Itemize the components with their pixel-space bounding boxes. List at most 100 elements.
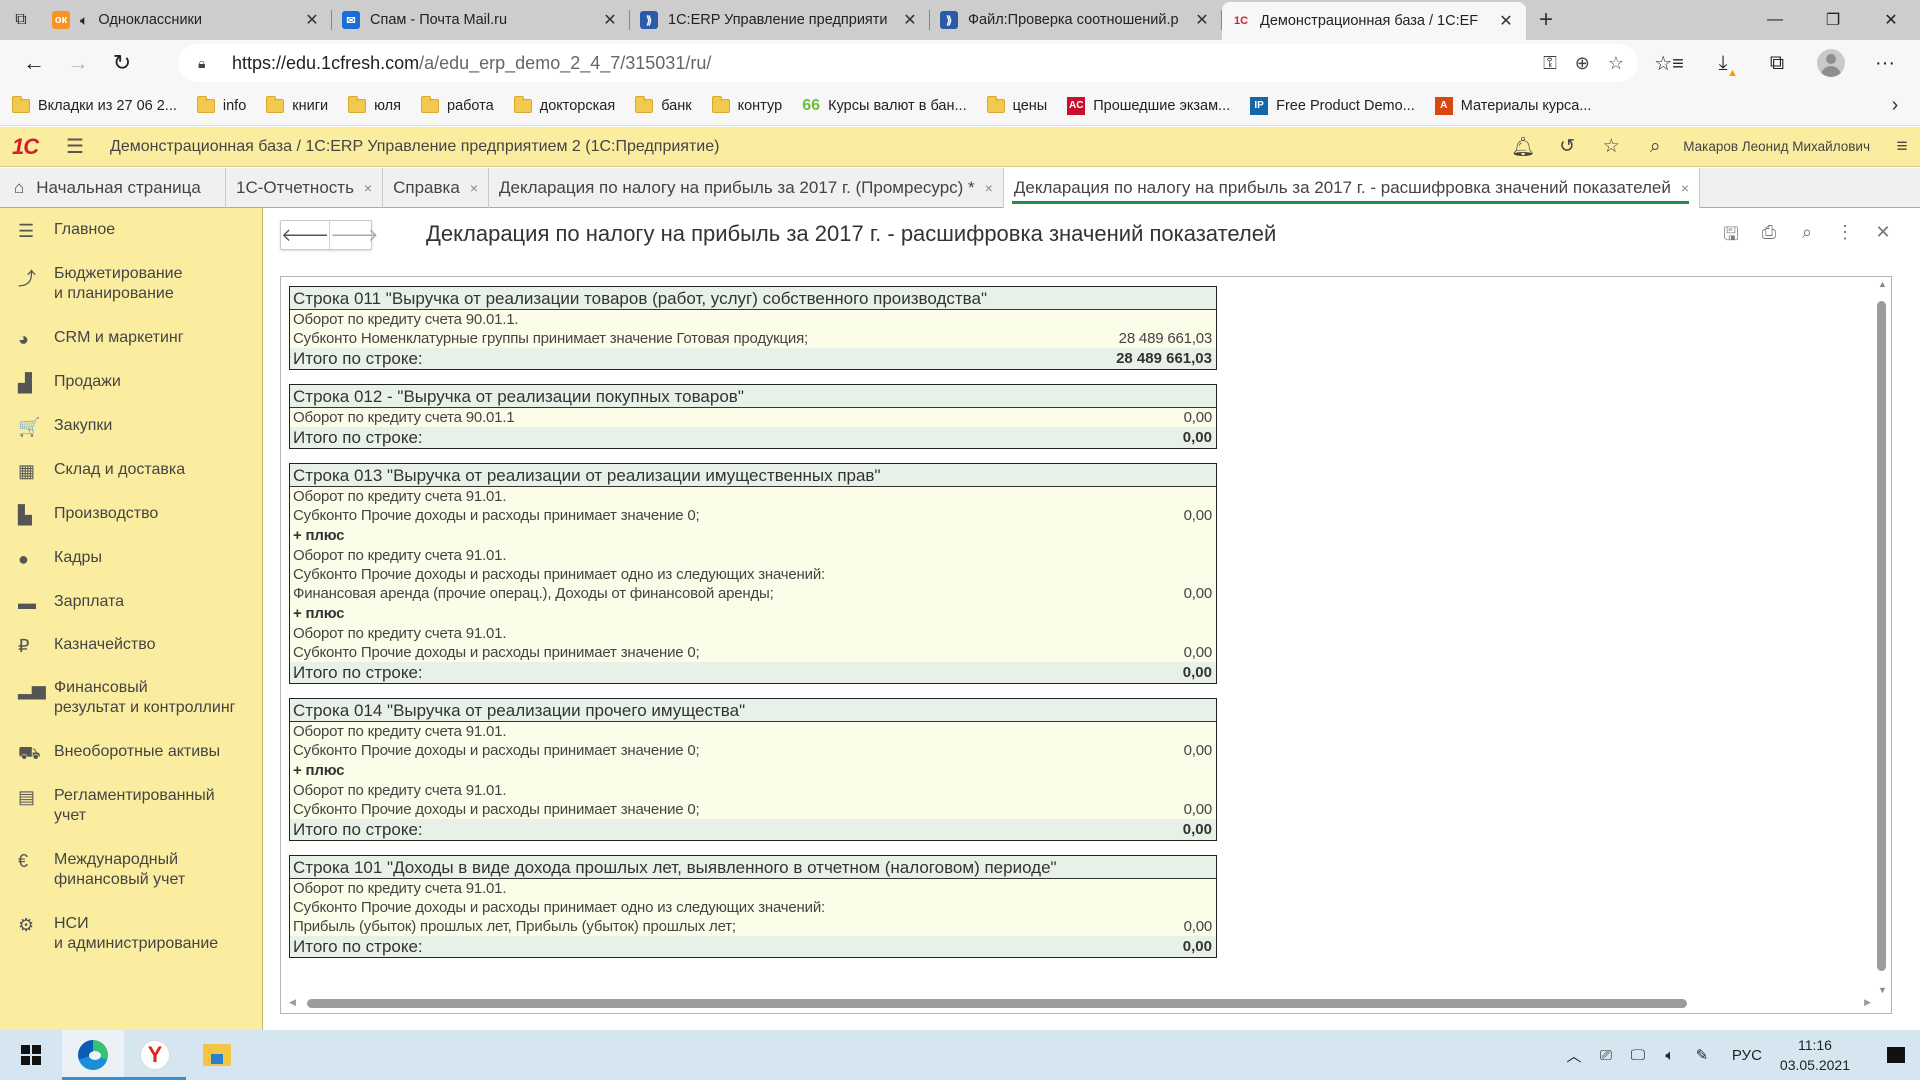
sidebar-item[interactable]: ⤴ Бюджетирование и планирование	[0, 264, 183, 304]
bookmark-item[interactable]: AC Прошедшие экзам...	[1067, 96, 1230, 115]
horizontal-scrollbar[interactable]: ◀ ▶	[281, 995, 1875, 1013]
notifications-button[interactable]: 🔔︎	[1501, 135, 1545, 159]
open-window-tab[interactable]: Декларация по налогу на прибыль за 2017 …	[489, 168, 1004, 208]
sidebar-item[interactable]: ▦ Склад и доставка	[0, 460, 185, 482]
tab-close-button[interactable]: ×	[470, 180, 478, 196]
url-text[interactable]: https://edu.1cfresh.com/a/edu_erp_demo_2…	[232, 53, 711, 74]
vertical-scrollbar[interactable]: ▲ ▼	[1873, 277, 1891, 997]
collections-button[interactable]: ⧉	[1750, 52, 1804, 75]
language-indicator[interactable]: РУС	[1732, 1047, 1762, 1064]
pen-icon[interactable]: ✎	[1686, 1046, 1718, 1064]
close-window-button[interactable]: ✕	[1862, 0, 1920, 40]
tab-close-button[interactable]: ×	[985, 180, 993, 196]
show-hidden-icons-button[interactable]: ︿	[1558, 1045, 1590, 1066]
tab-close-button[interactable]: ×	[364, 180, 372, 196]
detail-value[interactable]: 0,00	[1184, 584, 1213, 603]
home-page-tab[interactable]: ⌂ Начальная страница	[0, 168, 226, 208]
browser-tab[interactable]: ⟫ 1С:ERP Управление предприяти ✕	[630, 0, 930, 40]
sidebar-item[interactable]: ☰ Главное	[0, 220, 115, 242]
downloads-button[interactable]: ⤓ ▲	[1696, 52, 1750, 79]
user-name[interactable]: Макаров Леонид Михайлович	[1683, 139, 1870, 154]
total-value[interactable]: 28 489 661,03	[1116, 348, 1212, 369]
forward-button[interactable]: →	[56, 41, 100, 85]
bookmark-item[interactable]: IP Free Product Demo...	[1250, 96, 1415, 115]
tab-close-button[interactable]: ✕	[1192, 10, 1212, 30]
tab-close-button[interactable]: ✕	[900, 10, 920, 30]
tab-actions-button[interactable]: ⧉	[0, 0, 42, 40]
detail-value[interactable]: 0,00	[1184, 917, 1213, 936]
total-value[interactable]: 0,00	[1183, 819, 1212, 840]
taskbar-edge[interactable]	[62, 1030, 124, 1080]
bookmark-item[interactable]: книги	[266, 95, 328, 114]
browser-tab[interactable]: ✉ Спам - Почта Mail.ru ✕	[332, 0, 630, 40]
network-icon[interactable]: 🖵	[1622, 1047, 1654, 1064]
browser-tab[interactable]: ⟫ Файл:Проверка соотношений.р ✕	[930, 0, 1222, 40]
clock[interactable]: 11:16 03.05.2021	[1780, 1035, 1850, 1075]
bookmark-item[interactable]: info	[196, 95, 246, 114]
sidebar-item[interactable]: 🛒 Закупки	[0, 416, 112, 438]
scroll-left-icon[interactable]: ◀	[289, 997, 296, 1008]
minimize-button[interactable]: —	[1746, 0, 1804, 40]
reload-button[interactable]: ↻	[100, 41, 144, 85]
more-actions-button[interactable]: ⋮	[1826, 222, 1864, 252]
sidebar-item[interactable]: ◕ CRM и маркетинг	[0, 328, 184, 350]
detail-value[interactable]: 0,00	[1184, 800, 1213, 819]
add-favorite-icon[interactable]: ☆	[1608, 53, 1624, 74]
sidebar-item[interactable]: ₽ Казначейство	[0, 635, 155, 657]
open-window-tab[interactable]: Справка ×	[383, 168, 489, 208]
sidebar-item[interactable]: ▂▅ Финансовый результат и контроллинг	[0, 678, 236, 718]
address-bar[interactable]: 🔒︎ https://edu.1cfresh.com/a/edu_erp_dem…	[178, 44, 1638, 82]
app-settings-button[interactable]: ≡	[1884, 136, 1920, 158]
profile-button[interactable]	[1804, 49, 1858, 77]
scroll-down-icon[interactable]: ▼	[1878, 985, 1887, 995]
bookmark-item[interactable]: 66 Курсы валют в бан...	[802, 97, 966, 115]
close-form-button[interactable]: ✕	[1864, 222, 1902, 252]
zoom-icon[interactable]: ⊕	[1575, 53, 1590, 74]
favorites-1c-button[interactable]: ☆	[1589, 135, 1633, 158]
sidebar-item[interactable]: ▙ Производство	[0, 504, 158, 526]
key-icon[interactable]: ⚿	[1543, 53, 1557, 74]
print-button[interactable]: ⎙	[1750, 222, 1788, 252]
save-button[interactable]: 🖫	[1712, 222, 1750, 252]
sidebar-item[interactable]: ● Кадры	[0, 548, 102, 570]
scroll-up-icon[interactable]: ▲	[1878, 279, 1887, 289]
bookmark-item[interactable]: юля	[348, 95, 401, 114]
bookmark-item[interactable]: цены	[986, 95, 1047, 114]
bookmark-item[interactable]: A Материалы курса...	[1434, 96, 1591, 115]
action-center-button[interactable]	[1872, 1047, 1920, 1063]
back-form-button[interactable]: 🡐	[281, 221, 329, 249]
bookmark-item[interactable]: Вкладки из 27 06 2...	[12, 95, 177, 114]
detail-value[interactable]: 0,00	[1184, 741, 1213, 760]
vertical-scroll-thumb[interactable]	[1877, 301, 1886, 971]
sidebar-item[interactable]: ⚙ НСИ и администрирование	[0, 914, 218, 954]
sidebar-item[interactable]: ▬ Зарплата	[0, 592, 124, 614]
sidebar-item[interactable]: € Международный финансовый учет	[0, 850, 185, 890]
browser-tab[interactable]: ок 🔈︎ Одноклассники ✕	[42, 0, 332, 40]
tab-close-button[interactable]: ✕	[302, 10, 322, 30]
detail-value[interactable]: 0,00	[1184, 408, 1213, 427]
browser-tab[interactable]: 1С Демонстрационная база / 1С:EF ✕	[1222, 2, 1526, 40]
preview-button[interactable]: ⌕	[1788, 222, 1826, 252]
total-value[interactable]: 0,00	[1183, 936, 1212, 957]
bookmark-item[interactable]: банк	[635, 95, 692, 114]
detail-value[interactable]: 28 489 661,03	[1119, 329, 1213, 348]
favorites-button[interactable]: ☆≡	[1642, 51, 1696, 76]
start-button[interactable]	[0, 1030, 62, 1080]
volume-icon[interactable]: 🔈︎	[1654, 1047, 1686, 1064]
sidebar-item[interactable]: ⛟ Внеоборотные активы	[0, 742, 220, 767]
bookmark-item[interactable]: работа	[421, 95, 494, 114]
open-window-tab[interactable]: Декларация по налогу на прибыль за 2017 …	[1003, 168, 1701, 208]
open-window-tab[interactable]: 1С-Отчетность ×	[226, 168, 384, 208]
new-tab-button[interactable]: +	[1526, 0, 1566, 40]
camera-icon[interactable]: ⎚	[1590, 1047, 1622, 1064]
sidebar-item[interactable]: ▤ Регламентированный учет	[0, 786, 215, 826]
restore-button[interactable]: ❐	[1804, 0, 1862, 40]
bookmark-item[interactable]: докторская	[513, 95, 615, 114]
back-button[interactable]: ←	[12, 41, 56, 85]
history-button[interactable]: ↺	[1545, 135, 1589, 158]
forward-form-button[interactable]: 🡒	[329, 221, 379, 249]
search-button[interactable]: ⌕	[1633, 136, 1677, 158]
total-value[interactable]: 0,00	[1183, 662, 1212, 683]
taskbar-yandex[interactable]: Y	[124, 1030, 186, 1080]
taskbar-explorer[interactable]	[186, 1030, 248, 1080]
